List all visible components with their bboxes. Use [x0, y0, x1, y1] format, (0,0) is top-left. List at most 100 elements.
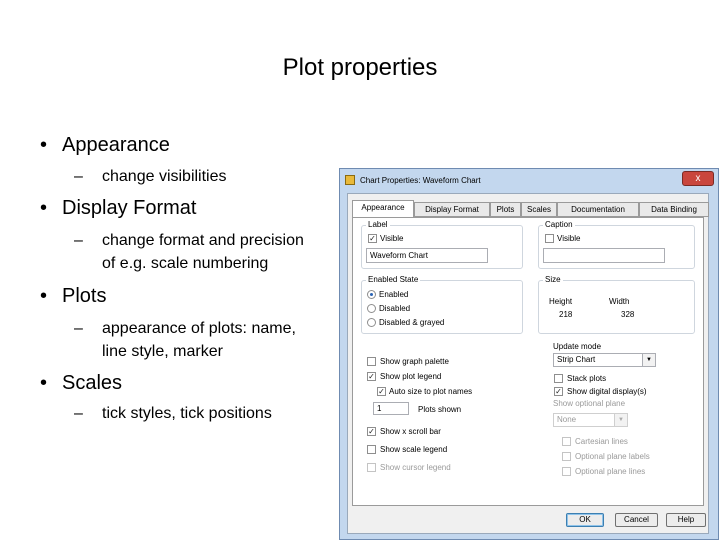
appearance-panel: Label ✓ Visible Waveform Chart Caption V… [352, 217, 704, 506]
label-visible-label: Visible [380, 234, 404, 243]
cartesian-lines-label: Cartesian lines [575, 437, 628, 446]
show-scale-legend-checkbox[interactable] [367, 445, 376, 454]
label-group: Label ✓ Visible Waveform Chart [361, 220, 523, 269]
bullet-glyph: • [40, 197, 48, 219]
dash-glyph: – [74, 320, 83, 337]
show-x-scrollbar-checkbox[interactable]: ✓ [367, 427, 376, 436]
width-value[interactable]: 328 [621, 310, 634, 319]
caption-group: Caption Visible [538, 220, 695, 269]
label-text-field[interactable]: Waveform Chart [366, 248, 488, 263]
cartesian-lines-checkbox[interactable] [562, 437, 571, 446]
sub-bullet-text: appearance of plots: name, [102, 320, 296, 337]
bullet-text: Appearance [62, 134, 170, 156]
chart-properties-dialog: Chart Properties: Waveform Chart x Appea… [339, 168, 719, 540]
show-cursor-legend-label: Show cursor legend [380, 463, 451, 472]
tab-documentation[interactable]: Documentation [557, 202, 639, 217]
optional-plane-labels-label: Optional plane labels [575, 452, 650, 461]
caption-visible-checkbox[interactable] [545, 234, 554, 243]
optional-plane-labels-checkbox[interactable] [562, 452, 571, 461]
sub-bullet-text: change visibilities [102, 168, 227, 185]
bullet-glyph: • [40, 134, 48, 156]
caption-visible-label: Visible [557, 234, 581, 243]
height-value[interactable]: 218 [559, 310, 572, 319]
dialog-titlebar[interactable]: Chart Properties: Waveform Chart x [340, 169, 718, 191]
bullet-appearance: • Appearance [40, 134, 170, 157]
check-icon: ✓ [368, 427, 375, 436]
show-graph-palette-label: Show graph palette [380, 357, 449, 366]
sub-bullet: – appearance of plots: name, line style,… [74, 317, 334, 363]
label-visible-checkbox[interactable]: ✓ [368, 234, 377, 243]
dash-glyph: – [74, 168, 83, 185]
sub-bullet-text: line style, marker [102, 343, 223, 360]
bullet-glyph: • [40, 372, 48, 394]
show-digital-display-checkbox[interactable]: ✓ [554, 387, 563, 396]
sub-bullet: – change visibilities [74, 165, 334, 188]
stack-plots-checkbox[interactable] [554, 374, 563, 383]
sub-bullet-text: of e.g. scale numbering [102, 255, 269, 272]
help-button[interactable]: Help [666, 513, 706, 527]
bullet-text: Plots [62, 285, 107, 307]
tab-display-format[interactable]: Display Format [414, 202, 490, 217]
auto-size-checkbox[interactable]: ✓ [377, 387, 386, 396]
check-icon: ✓ [555, 387, 562, 396]
show-cursor-legend-checkbox[interactable] [367, 463, 376, 472]
show-scale-legend-label: Show scale legend [380, 445, 448, 454]
bullet-text: Display Format [62, 197, 197, 219]
bullet-scales: • Scales [40, 372, 122, 395]
radio-disabled-grayed[interactable] [367, 318, 376, 327]
bullet-plots: • Plots [40, 285, 106, 308]
bullet-display-format: • Display Format [40, 197, 196, 220]
chevron-down-icon: ▼ [614, 414, 627, 426]
auto-size-label: Auto size to plot names [389, 387, 473, 396]
optional-plane-value: None [557, 415, 577, 424]
sub-bullet-text: tick styles, tick positions [102, 405, 272, 422]
sub-bullet: – tick styles, tick positions [74, 402, 334, 425]
show-digital-display-label: Show digital display(s) [567, 387, 647, 396]
radio-enabled-label: Enabled [379, 290, 409, 299]
chevron-down-icon: ▼ [642, 354, 655, 366]
dialog-title: Chart Properties: Waveform Chart [360, 176, 481, 185]
close-icon: x [695, 173, 701, 184]
size-group-title: Size [543, 275, 563, 284]
dash-glyph: – [74, 405, 83, 422]
update-mode-value: Strip Chart [557, 355, 596, 364]
bullet-glyph: • [40, 285, 48, 307]
optional-plane-dropdown[interactable]: None ▼ [553, 413, 628, 427]
radio-disabled-label: Disabled [379, 304, 411, 313]
optional-plane-lines-checkbox[interactable] [562, 467, 571, 476]
width-label: Width [609, 297, 630, 306]
show-graph-palette-checkbox[interactable] [367, 357, 376, 366]
update-mode-dropdown[interactable]: Strip Chart ▼ [553, 353, 656, 367]
ok-button[interactable]: OK [566, 513, 604, 527]
check-icon: ✓ [369, 234, 376, 243]
check-icon: ✓ [368, 372, 375, 381]
cancel-button[interactable]: Cancel [615, 513, 658, 527]
sub-bullet: – change format and precision of e.g. sc… [74, 229, 334, 275]
label-group-title: Label [366, 220, 390, 229]
stack-plots-label: Stack plots [567, 374, 607, 383]
dialog-client: Appearance Display Format Plots Scales D… [347, 193, 709, 534]
update-mode-label: Update mode [553, 342, 602, 351]
enabled-state-title: Enabled State [366, 275, 421, 284]
slide-title: Plot properties [282, 54, 438, 81]
close-button[interactable]: x [682, 171, 714, 186]
plots-shown-label: Plots shown [418, 405, 462, 414]
radio-enabled[interactable] [367, 290, 376, 299]
tab-appearance[interactable]: Appearance [352, 200, 414, 217]
enabled-state-group: Enabled State Enabled Disabled Disabled … [361, 275, 523, 334]
caption-group-title: Caption [543, 220, 575, 229]
height-label: Height [549, 297, 573, 306]
show-optional-plane-label: Show optional plane [553, 399, 626, 408]
radio-disabled-grayed-label: Disabled & grayed [379, 318, 445, 327]
caption-text-field[interactable] [543, 248, 665, 263]
optional-plane-lines-label: Optional plane lines [575, 467, 646, 476]
dash-glyph: – [74, 232, 83, 249]
sub-bullet-text: change format and precision [102, 232, 304, 249]
radio-disabled[interactable] [367, 304, 376, 313]
tab-scales[interactable]: Scales [521, 202, 557, 217]
tab-plots[interactable]: Plots [490, 202, 521, 217]
plots-shown-field[interactable]: 1 [373, 402, 409, 415]
show-plot-legend-label: Show plot legend [380, 372, 442, 381]
show-plot-legend-checkbox[interactable]: ✓ [367, 372, 376, 381]
tab-data-binding[interactable]: Data Binding [639, 202, 709, 217]
